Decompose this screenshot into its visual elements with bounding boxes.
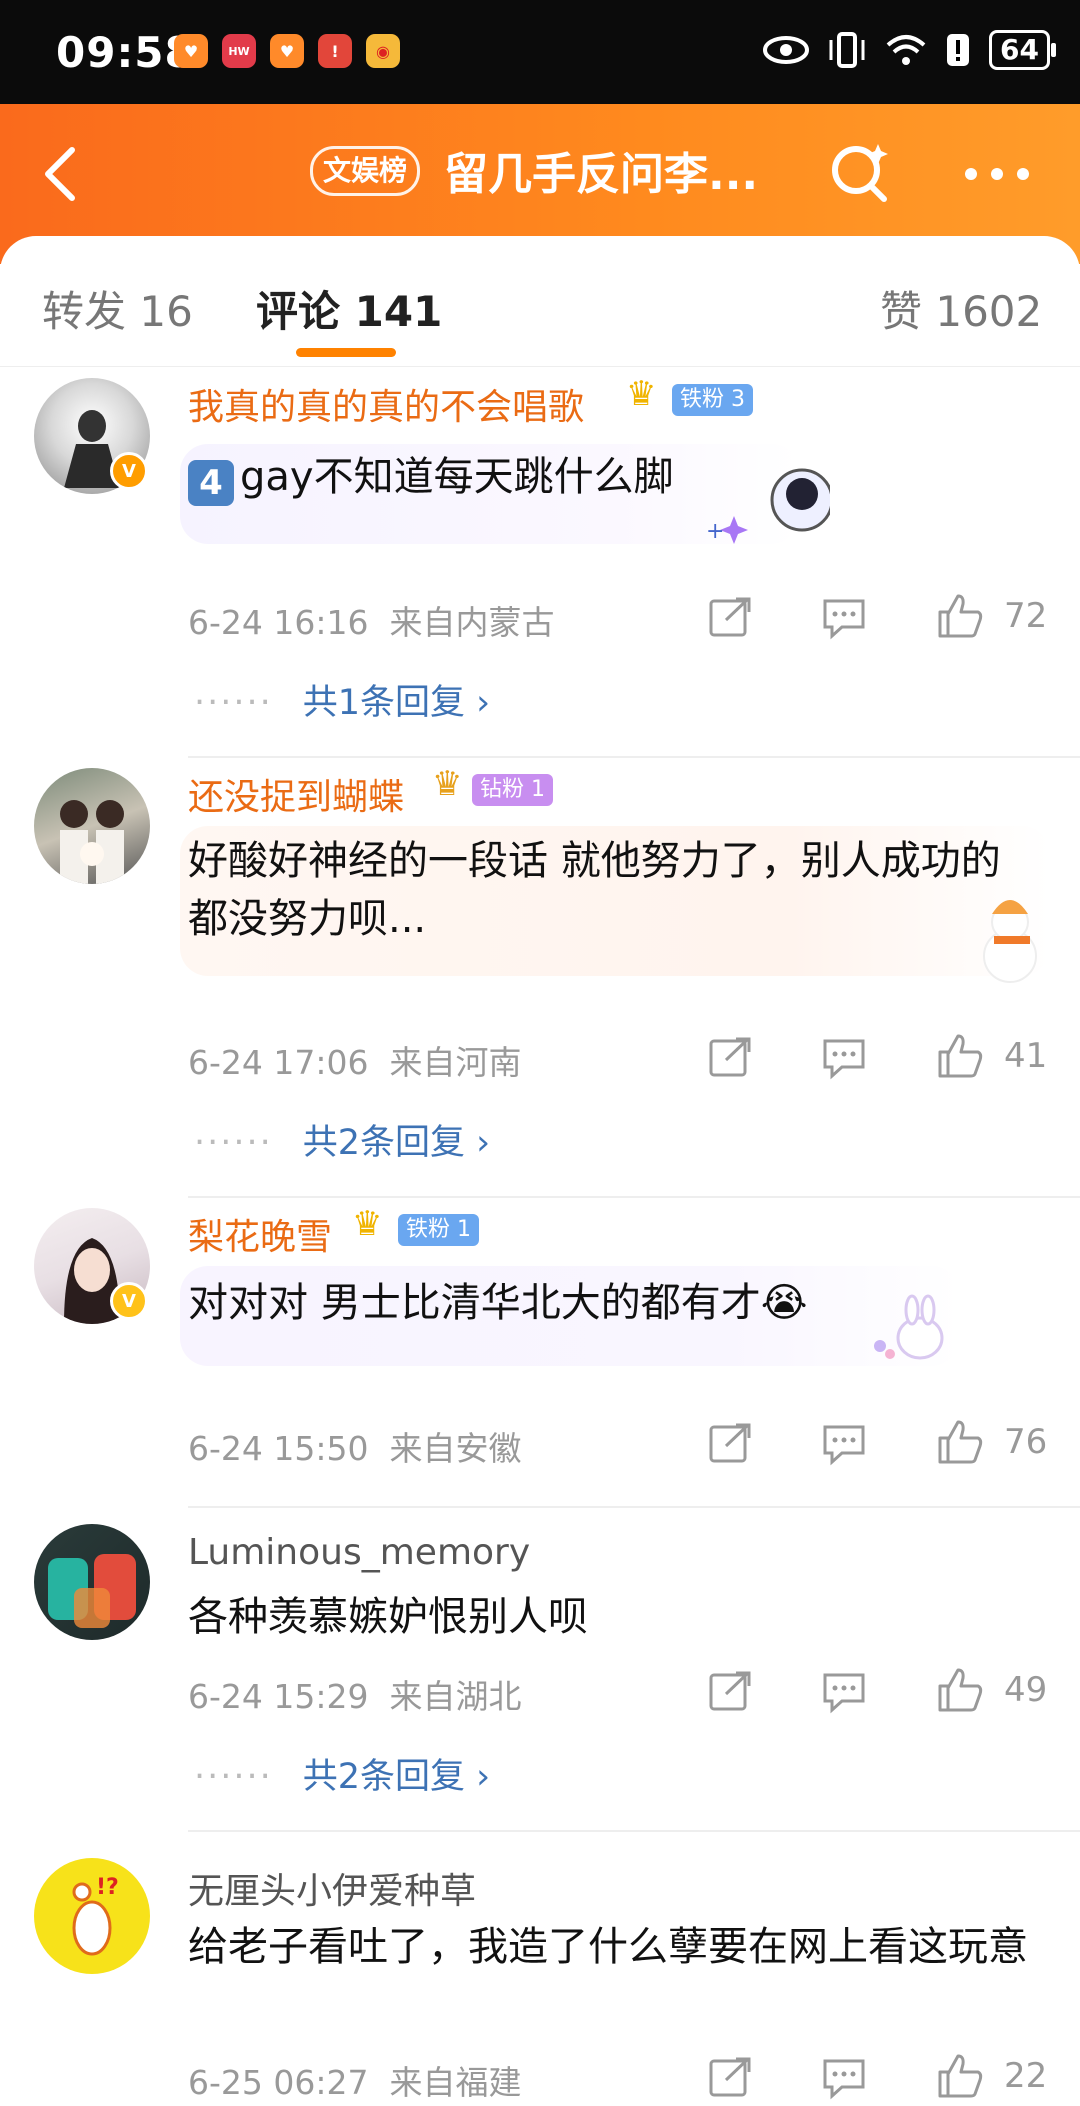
like-icon[interactable] (936, 1032, 984, 1080)
svg-text:!?: !? (96, 1875, 119, 1900)
tab-comments[interactable]: 评论 141 (256, 278, 442, 339)
astronaut-sticker-icon: + (706, 468, 830, 544)
username[interactable]: 无厘头小伊爱种草 (188, 1862, 476, 1914)
alert-app-icon: ! (318, 34, 352, 68)
comment-meta: 6-24 15:50 来自安徽 (188, 1429, 522, 1468)
alert-icon (947, 34, 970, 66)
divider (188, 1506, 1080, 1508)
username[interactable]: 我真的真的真的不会唱歌 (188, 378, 584, 430)
comment-icon[interactable] (822, 596, 866, 640)
share-icon[interactable] (708, 1670, 752, 1714)
like-icon[interactable] (936, 1418, 984, 1466)
fan-badge: 铁粉 3 (672, 384, 753, 416)
username[interactable]: 梨花晚雪 (188, 1208, 332, 1260)
like-icon[interactable] (936, 1666, 984, 1714)
username[interactable]: 还没捉到蝴蝶 (188, 768, 404, 820)
fan-badge: 钻粉 1 (472, 774, 553, 806)
avatar[interactable]: !? (34, 1858, 150, 1974)
view-replies-link[interactable]: ······ 共2条回复 › (194, 1114, 490, 1165)
avatar-photo-icon (48, 1554, 136, 1628)
health-app-icon: ♥ (174, 34, 208, 68)
comment-icon[interactable] (822, 1422, 866, 1466)
crown-icon: ♛ (626, 374, 657, 414)
share-icon[interactable] (708, 1422, 752, 1466)
like-count: 49 (1004, 1670, 1048, 1710)
fan-badge: 铁粉 1 (398, 1214, 479, 1246)
status-bar: 09:58 ♥ HW ♥ ! ◉ 64 (0, 0, 1080, 104)
crown-icon: ♛ (352, 1204, 383, 1244)
share-icon[interactable] (708, 596, 752, 640)
comment-meta: 6-24 17:06 来自河南 (188, 1043, 522, 1082)
share-icon[interactable] (708, 2056, 752, 2100)
comment-icon[interactable] (822, 1036, 866, 1080)
huawei-app-icon: HW (222, 34, 256, 68)
eye-icon (763, 36, 810, 64)
notification-icons: ♥ HW ♥ ! ◉ (174, 34, 400, 68)
bunny-sticker-icon (874, 1294, 944, 1360)
username[interactable]: Luminous_memory (188, 1532, 530, 1573)
comment-text: 给老子看吐了，我造了什么孽要在网上看这玩意 (188, 1924, 1028, 1970)
category-tag: 文娱榜 (310, 146, 421, 196)
comments-panel: 转发 16 评论 141 赞 1602 V 我真的真的真的不会唱歌 ♛ 铁粉 3… (0, 236, 1080, 2106)
search-icon[interactable] (828, 140, 892, 204)
like-count: 76 (1004, 1422, 1048, 1462)
view-replies-link[interactable]: ······ 共1条回复 › (194, 674, 490, 725)
avatar[interactable] (34, 1524, 150, 1640)
comment-meta: 6-24 15:29 来自湖北 (188, 1677, 522, 1716)
like-count: 72 (1004, 596, 1048, 636)
back-arrow-icon[interactable] (38, 144, 82, 204)
comment-icon[interactable] (822, 1670, 866, 1714)
comment-meta: 6-24 16:16 来自内蒙古 (188, 603, 555, 642)
like-count: 22 (1004, 2056, 1048, 2096)
vibrate-icon (829, 32, 865, 68)
like-icon[interactable] (936, 2052, 984, 2100)
health2-app-icon: ♥ (270, 34, 304, 68)
divider (188, 1830, 1080, 1832)
verified-badge: V (110, 1282, 148, 1320)
comment-text: 4 gay不知道每天跳什么脚 (188, 448, 1048, 506)
tab-reposts[interactable]: 转发 16 (42, 278, 193, 339)
comment-icon[interactable] (822, 2056, 866, 2100)
divider (188, 1196, 1080, 1198)
share-icon[interactable] (708, 1036, 752, 1080)
avatar[interactable] (34, 768, 150, 884)
comment-meta: 6-25 06:27 来自福建 (188, 2063, 522, 2102)
svg-text:+: + (706, 519, 724, 544)
like-icon[interactable] (936, 592, 984, 640)
weibo-app-icon: ◉ (366, 34, 400, 68)
avatar-photo-icon (60, 800, 124, 884)
battery-indicator: 64 (989, 30, 1056, 70)
divider (188, 756, 1080, 758)
page-title: 留几手反问李... (444, 149, 759, 200)
wifi-icon (886, 35, 926, 65)
level-badge: 4 (188, 460, 234, 506)
tab-bar: 转发 16 评论 141 赞 1602 (0, 236, 1080, 367)
crown-icon: ♛ (432, 764, 463, 804)
verified-badge: V (110, 452, 148, 490)
active-tab-indicator (296, 348, 396, 357)
like-count: 41 (1004, 1036, 1048, 1076)
tab-likes[interactable]: 赞 1602 (880, 278, 1042, 339)
comment-text: 各种羡慕嫉妒恨别人呗 (188, 1594, 588, 1640)
view-replies-link[interactable]: ······ 共2条回复 › (194, 1748, 490, 1799)
snowman-sticker-icon (983, 900, 1037, 983)
more-icon[interactable] (962, 164, 1032, 184)
comment-text: 好酸好神经的一段话 就他努力了，别人成功的都没努力呗... (188, 838, 1001, 942)
avatar-cartoon-icon: !? (72, 1875, 119, 1956)
